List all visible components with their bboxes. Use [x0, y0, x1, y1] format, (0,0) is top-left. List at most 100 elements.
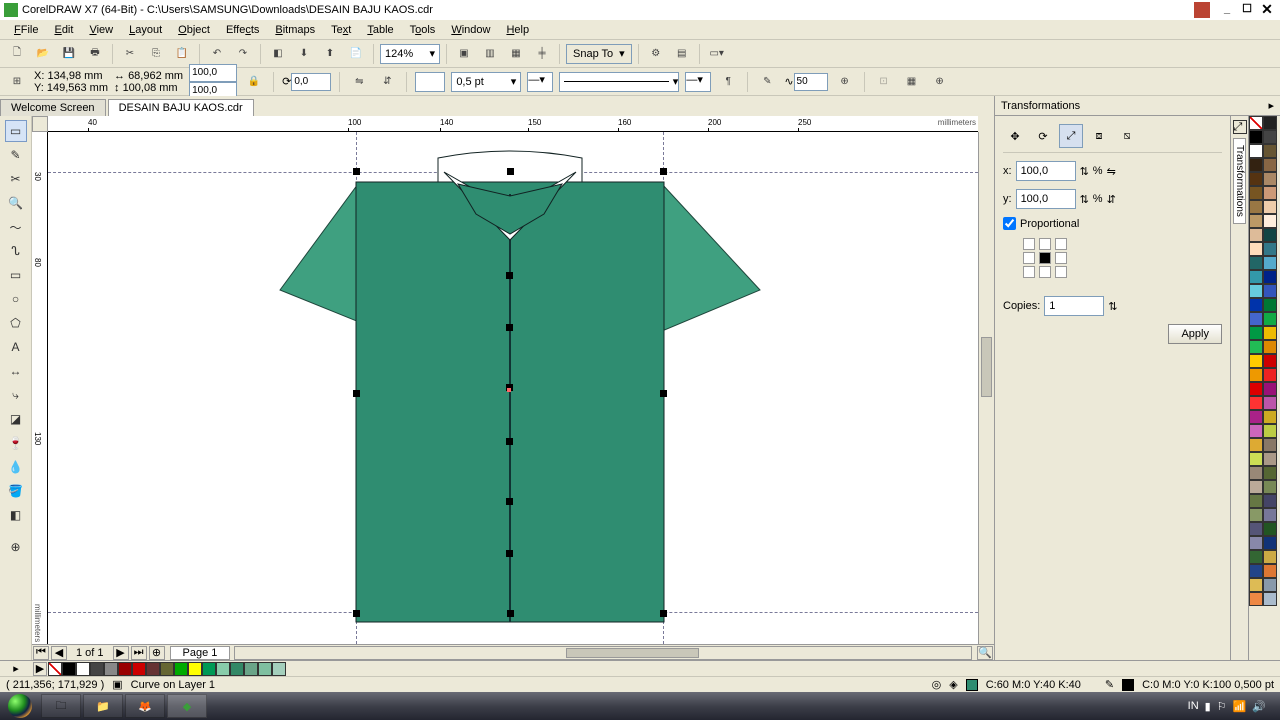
line-start-combo[interactable]: —▾ — [527, 72, 553, 92]
swatch[interactable] — [1263, 354, 1277, 368]
canvas[interactable] — [48, 132, 978, 644]
swatch[interactable] — [1263, 508, 1277, 522]
page-last-button[interactable]: ⏭ — [131, 646, 147, 660]
selection-handle-br[interactable] — [660, 610, 667, 617]
eyedropper-tool[interactable]: 💧 — [5, 456, 27, 478]
swatch[interactable] — [1249, 242, 1263, 256]
outline-pen-button[interactable]: ✎ — [756, 71, 778, 93]
mirror-h-button[interactable]: ⇋ — [348, 71, 370, 93]
tray-lang[interactable]: IN — [1188, 700, 1199, 712]
swatch[interactable] — [118, 662, 132, 676]
swatch[interactable] — [1263, 522, 1277, 536]
swatch[interactable] — [1249, 466, 1263, 480]
selection-handle-tm[interactable] — [507, 168, 514, 175]
swatch[interactable] — [1249, 452, 1263, 466]
page-add-button[interactable]: ⊕ — [149, 646, 165, 660]
swatch[interactable] — [1249, 536, 1263, 550]
swatch[interactable] — [1263, 382, 1277, 396]
menu-effects[interactable]: Effects — [218, 22, 267, 38]
selection-handle-tr[interactable] — [660, 168, 667, 175]
shirt-artwork[interactable] — [248, 142, 788, 632]
show-grid-button[interactable]: ▦ — [505, 43, 527, 65]
swatch[interactable] — [1263, 284, 1277, 298]
swatch[interactable] — [1263, 396, 1277, 410]
page-sorter-icon[interactable]: ▣ — [112, 678, 122, 691]
swatch[interactable] — [1249, 186, 1263, 200]
polygon-tool[interactable]: ⬠ — [5, 312, 27, 334]
open-button[interactable]: 📂 — [32, 43, 54, 65]
start-button[interactable] — [0, 692, 40, 720]
swatch[interactable] — [1249, 424, 1263, 438]
user-icon[interactable] — [1194, 2, 1210, 18]
show-guidelines-button[interactable]: ╪ — [531, 43, 553, 65]
quick-customize-button[interactable]: ⊕ — [929, 71, 951, 93]
swatch[interactable] — [1249, 326, 1263, 340]
ruler-vertical[interactable]: 30 80 130 millimeters — [32, 132, 48, 644]
close-curve-button[interactable]: ⊕ — [834, 71, 856, 93]
scale-mode-icon[interactable]: ⤢ — [1059, 124, 1083, 148]
publish-pdf-button[interactable]: 📄 — [345, 43, 367, 65]
swatch[interactable] — [1249, 382, 1263, 396]
swatch[interactable] — [1263, 312, 1277, 326]
app-launcher-button[interactable]: ▤ — [671, 43, 693, 65]
snap-icon[interactable]: ◈ — [949, 678, 957, 691]
swatch[interactable] — [216, 662, 230, 676]
swatch[interactable] — [1249, 130, 1263, 144]
export-button[interactable]: ⬆︎ — [319, 43, 341, 65]
tab-welcome[interactable]: Welcome Screen — [0, 99, 106, 116]
swatch[interactable] — [1263, 564, 1277, 578]
unknown-input[interactable] — [794, 73, 828, 91]
swatch[interactable] — [1249, 564, 1263, 578]
transformations-tab[interactable]: Transformations — [1233, 138, 1246, 224]
firefox-taskbar-button[interactable]: 🦊 — [125, 694, 165, 718]
swatch[interactable] — [1249, 270, 1263, 284]
swatch[interactable] — [1263, 424, 1277, 438]
fullscreen-button[interactable]: ▣ — [453, 43, 475, 65]
launch-button[interactable]: ▭▾ — [706, 43, 728, 65]
swatch[interactable] — [1249, 172, 1263, 186]
search-content-button[interactable]: ◧ — [267, 43, 289, 65]
swatch[interactable] — [1249, 592, 1263, 606]
swatch[interactable] — [146, 662, 160, 676]
swatch[interactable] — [1249, 522, 1263, 536]
lock-ratio-button[interactable]: 🔒 — [243, 71, 265, 93]
convert-button[interactable]: ▦ — [901, 71, 923, 93]
mirror-h-icon[interactable]: ⇋ — [1107, 165, 1116, 178]
swatch[interactable] — [1263, 144, 1277, 158]
swatch[interactable] — [1263, 242, 1277, 256]
menu-text[interactable]: Text — [323, 22, 359, 38]
docker-collapse-icon[interactable]: ▸ — [1268, 99, 1274, 112]
swatch[interactable] — [90, 662, 104, 676]
swatch[interactable] — [174, 662, 188, 676]
swatch[interactable] — [1249, 312, 1263, 326]
outline-width-combo[interactable]: 0,5 pt▾ — [451, 72, 521, 92]
swatch[interactable] — [1263, 256, 1277, 270]
ruler-horizontal[interactable]: 40 100 140 150 160 200 250 millimeters — [48, 116, 978, 132]
swatch[interactable] — [1263, 298, 1277, 312]
palette-prev-icon[interactable]: ▸ — [13, 662, 19, 675]
swatch[interactable] — [62, 662, 76, 676]
origin-anchor-grid[interactable] — [1023, 238, 1222, 278]
zoom-tool[interactable]: 🔍 — [5, 192, 27, 214]
tray-volume-icon[interactable]: 🔊 — [1252, 700, 1266, 713]
bbox-button[interactable]: ⊡ — [873, 71, 895, 93]
color-proof-icon[interactable]: ◎ — [932, 678, 942, 691]
tab-document[interactable]: DESAIN BAJU KAOS.cdr — [108, 99, 254, 116]
swatch[interactable] — [160, 662, 174, 676]
apply-button[interactable]: Apply — [1168, 324, 1222, 344]
swatch[interactable] — [1263, 116, 1277, 130]
proportional-checkbox[interactable] — [1003, 217, 1016, 230]
swatch[interactable] — [1249, 200, 1263, 214]
minimize-button[interactable]: _ — [1218, 3, 1236, 17]
cut-button[interactable]: ✂ — [119, 43, 141, 65]
selection-handle-tl[interactable] — [353, 168, 360, 175]
menu-object[interactable]: Object — [170, 22, 218, 38]
import-button[interactable]: ⬇︎ — [293, 43, 315, 65]
swatch[interactable] — [1263, 494, 1277, 508]
zoom-page-button[interactable]: 🔍 — [977, 646, 993, 660]
page-first-button[interactable]: ⏮ — [33, 646, 49, 660]
text-tool[interactable]: A — [5, 336, 27, 358]
snap-to-combo[interactable]: Snap To ▾ — [566, 44, 632, 64]
show-rulers-button[interactable]: ▥ — [479, 43, 501, 65]
vscroll[interactable] — [978, 132, 994, 644]
